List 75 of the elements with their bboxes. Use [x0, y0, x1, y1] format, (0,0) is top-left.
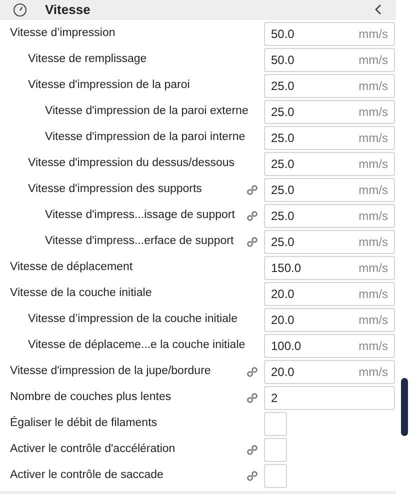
setting-label: Vitesse d'impression du dessus/dessous: [28, 156, 236, 171]
link-icon: [246, 210, 258, 220]
number-field[interactable]: 25.0 mm/s: [264, 126, 395, 150]
field-value: 50.0: [271, 52, 294, 68]
unit-label: mm/s: [358, 182, 388, 198]
field-value: 100.0: [271, 338, 302, 354]
setting-label: Activer le contrôle de saccade: [10, 468, 164, 483]
setting-label: Vitesse de déplaceme...e la couche initiale: [28, 338, 244, 353]
gauge-icon: [13, 2, 27, 17]
number-field[interactable]: 25.0 mm/s: [264, 178, 395, 202]
setting-label: Égaliser le débit de filaments: [10, 415, 158, 431]
field-value: 25.0: [271, 78, 294, 94]
setting-label: Vitesse d’impression de la couche initiale: [28, 312, 238, 327]
checkbox[interactable]: [264, 412, 287, 436]
unit-label: mm/s: [358, 78, 388, 94]
setting-label: Vitesse d’impression: [10, 26, 116, 41]
collapse-chevron-icon[interactable]: [374, 4, 382, 16]
field-value: 20.0: [271, 286, 294, 302]
setting-label: Vitesse d'impression de la jupe/bordure: [10, 364, 212, 379]
field-value: 25.0: [271, 130, 294, 146]
setting-label: Activer le contrôle d'accélération: [10, 442, 176, 457]
number-field[interactable]: 50.0 mm/s: [264, 48, 395, 72]
setting-label: Vitesse de déplacement: [10, 260, 134, 275]
unit-label: mm/s: [358, 156, 388, 172]
number-field[interactable]: 50.0 mm/s: [264, 22, 395, 46]
number-field[interactable]: 25.0 mm/s: [264, 100, 395, 124]
link-icon: [246, 470, 258, 480]
number-field[interactable]: 25.0 mm/s: [264, 230, 395, 254]
field-value: 25.0: [271, 234, 294, 250]
number-field[interactable]: 20.0 mm/s: [264, 360, 395, 384]
number-field[interactable]: 150.0 mm/s: [264, 256, 395, 280]
scrollbar-thumb[interactable]: [400, 378, 408, 436]
unit-label: mm/s: [358, 338, 388, 354]
field-value: 20.0: [271, 364, 294, 380]
checkbox[interactable]: [264, 464, 287, 488]
setting-label: Vitesse d'impression des supports: [28, 182, 203, 197]
number-field[interactable]: 25.0 mm/s: [264, 204, 395, 228]
field-value: 25.0: [271, 104, 294, 120]
number-field[interactable]: 100.0 mm/s: [264, 334, 395, 358]
field-value: 25.0: [271, 182, 294, 198]
unit-label: mm/s: [358, 260, 388, 276]
field-value: 50.0: [271, 26, 294, 42]
field-value: 20.0: [271, 312, 294, 328]
link-icon: [246, 392, 258, 402]
unit-label: mm/s: [358, 208, 388, 224]
field-value: 150.0: [271, 260, 302, 276]
link-icon: [246, 236, 258, 246]
setting-label: Vitesse d'impression de la paroi interne: [45, 130, 244, 145]
link-icon: [246, 366, 258, 376]
unit-label: mm/s: [358, 26, 388, 42]
section-title: Vitesse: [45, 1, 92, 19]
section-header[interactable]: Vitesse: [0, 0, 396, 20]
number-field[interactable]: 20.0 mm/s: [264, 282, 395, 306]
unit-label: mm/s: [358, 286, 388, 302]
unit-label: mm/s: [358, 312, 388, 328]
link-icon: [246, 444, 258, 454]
field-value: 25.0: [271, 156, 294, 172]
link-icon: [246, 184, 258, 194]
unit-label: mm/s: [358, 234, 388, 250]
setting-label: Vitesse d'impression de la paroi: [28, 78, 191, 93]
setting-label: Vitesse d'impress...erface de support: [45, 234, 235, 249]
text-field[interactable]: 2: [264, 386, 395, 410]
number-field[interactable]: 25.0 mm/s: [264, 152, 395, 176]
unit-label: mm/s: [358, 130, 388, 146]
unit-label: mm/s: [358, 364, 388, 380]
setting-label: Vitesse de remplissage: [28, 52, 148, 67]
number-field[interactable]: 20.0 mm/s: [264, 308, 395, 332]
unit-label: mm/s: [358, 104, 388, 120]
setting-label: Nombre de couches plus lentes: [10, 390, 172, 405]
checkbox[interactable]: [264, 438, 287, 462]
field-value: 25.0: [271, 208, 294, 224]
unit-label: mm/s: [358, 52, 388, 68]
setting-label: Vitesse de la couche initiale: [10, 286, 153, 301]
setting-label: Vitesse d'impress...issage de support: [45, 208, 236, 223]
number-field[interactable]: 25.0 mm/s: [264, 74, 395, 98]
